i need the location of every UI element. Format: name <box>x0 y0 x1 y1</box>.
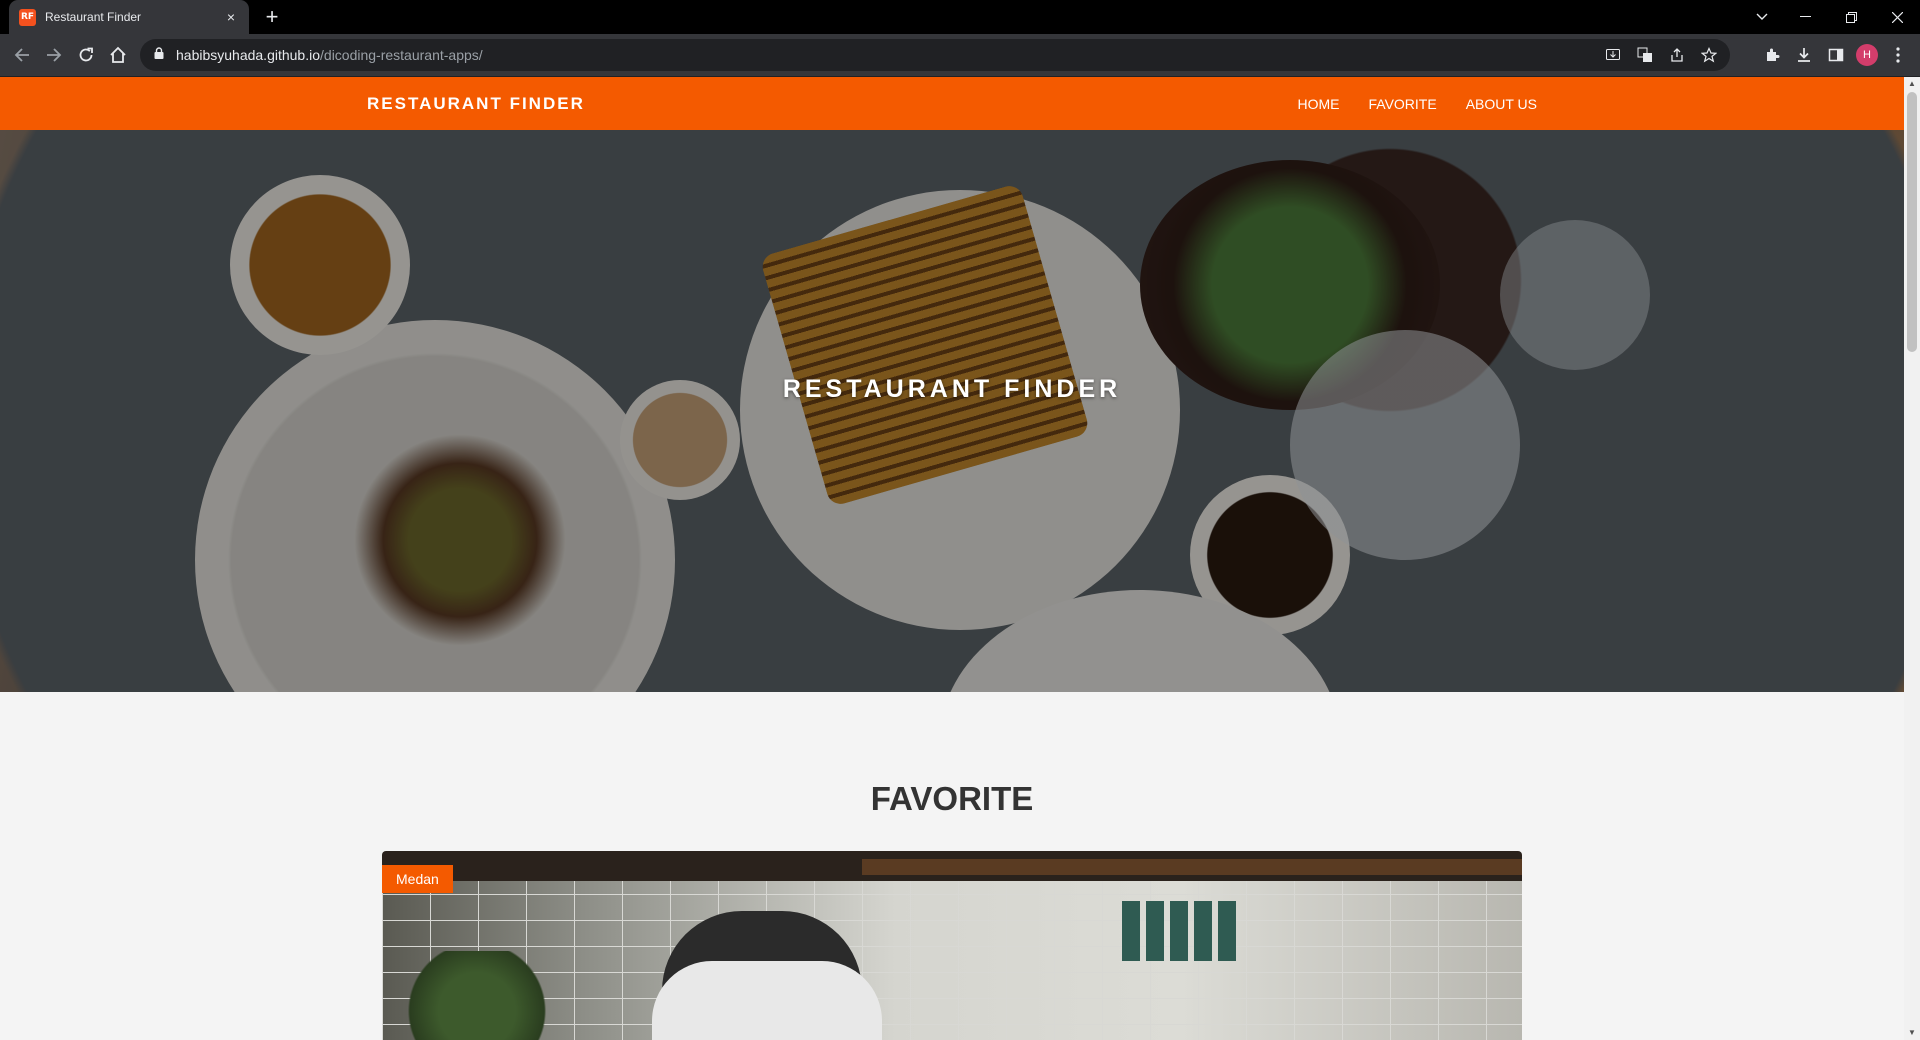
address-bar[interactable]: habibsyuhada.github.io/dicoding-restaura… <box>140 39 1730 71</box>
reload-icon[interactable] <box>72 41 100 69</box>
card-image <box>862 859 1522 875</box>
menu-icon[interactable] <box>1886 41 1910 69</box>
back-icon[interactable] <box>8 41 36 69</box>
side-panel-icon[interactable] <box>1824 41 1848 69</box>
profile-avatar[interactable]: H <box>1856 44 1878 66</box>
main-nav: HOME FAVORITE ABOUT US <box>1297 77 1537 130</box>
tab-strip: RF Restaurant Finder × + <box>0 0 1920 34</box>
tab-search-icon[interactable] <box>1742 0 1782 34</box>
page-scrollbar[interactable]: ▲ ▼ <box>1904 77 1920 1040</box>
extensions-icon[interactable] <box>1760 41 1784 69</box>
download-icon[interactable] <box>1792 41 1816 69</box>
nav-home-link[interactable]: HOME <box>1297 96 1339 112</box>
card-image <box>402 951 552 1040</box>
favicon-icon: RF <box>19 8 36 26</box>
forward-icon[interactable] <box>40 41 68 69</box>
url-host: habibsyuhada.github.io <box>176 47 321 63</box>
home-icon[interactable] <box>104 41 132 69</box>
browser-toolbar: habibsyuhada.github.io/dicoding-restaura… <box>0 34 1920 77</box>
nav-favorite-link[interactable]: FAVORITE <box>1368 96 1436 112</box>
browser-tab[interactable]: RF Restaurant Finder × <box>9 0 249 34</box>
nav-about-us-link[interactable]: ABOUT US <box>1466 96 1537 112</box>
card-image <box>1122 901 1242 961</box>
star-icon[interactable] <box>1698 44 1720 66</box>
section-title: FAVORITE <box>870 780 1034 817</box>
close-window-button[interactable] <box>1874 0 1920 34</box>
share-icon[interactable] <box>1666 44 1688 66</box>
install-icon[interactable] <box>1602 44 1624 66</box>
page-viewport: RESTAURANT FINDER HOME FAVORITE ABOUT US… <box>0 77 1920 1040</box>
brand-logo[interactable]: RESTAURANT FINDER <box>367 77 585 130</box>
scroll-up-icon[interactable]: ▲ <box>1904 77 1920 91</box>
minimize-button[interactable] <box>1782 0 1828 34</box>
window-controls <box>1742 0 1920 34</box>
card-image <box>652 961 882 1040</box>
scroll-down-icon[interactable]: ▼ <box>1904 1026 1920 1040</box>
url-path: /dicoding-restaurant-apps/ <box>320 47 483 63</box>
tab-title: Restaurant Finder <box>45 10 142 24</box>
lock-icon[interactable] <box>154 46 164 64</box>
app-bar: RESTAURANT FINDER HOME FAVORITE ABOUT US <box>0 77 1904 130</box>
translate-icon[interactable] <box>1634 44 1656 66</box>
restore-button[interactable] <box>1828 0 1874 34</box>
city-badge: Medan <box>382 865 453 893</box>
hero-overlay <box>0 130 1904 692</box>
new-tab-button[interactable]: + <box>258 4 286 30</box>
restaurant-card[interactable]: Medan <box>382 851 1522 1040</box>
hero-title: RESTAURANT FINDER <box>782 375 1122 403</box>
hero-banner: RESTAURANT FINDER <box>0 130 1904 692</box>
scrollbar-thumb[interactable] <box>1907 92 1917 352</box>
tab-close-button[interactable]: × <box>223 9 239 25</box>
